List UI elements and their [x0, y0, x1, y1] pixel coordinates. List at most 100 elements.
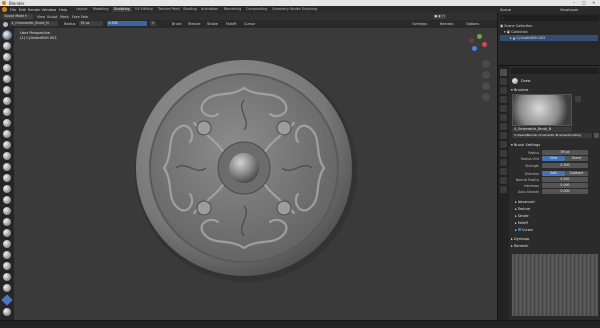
grab-tool-icon[interactable] [3, 196, 11, 204]
tab-compositing[interactable]: Compositing [244, 7, 269, 12]
scrape-tool-icon[interactable] [3, 163, 11, 171]
pinch-tool-icon[interactable] [3, 185, 11, 193]
minimize-icon[interactable]: – [573, 0, 575, 5]
layer-tool-icon[interactable] [3, 86, 11, 94]
scene-selector[interactable]: Scene [500, 8, 511, 12]
mode-selector[interactable]: Sculpt Mode ▾ [3, 14, 33, 20]
object-tab-icon[interactable] [500, 123, 507, 130]
falloff-subsection[interactable]: ▸ Falloff [515, 221, 528, 225]
hardness-field[interactable]: 0.000 [542, 183, 588, 188]
radius-unit-scene-button[interactable]: Scene [565, 156, 588, 161]
view-layer-selector[interactable]: ViewLayer [560, 8, 579, 12]
data-tab-icon[interactable] [500, 168, 507, 175]
popover-brush[interactable]: Brush [172, 22, 182, 26]
crease-tool-icon[interactable] [3, 119, 11, 127]
menu-file[interactable]: File [10, 8, 16, 12]
direction-subtract-button[interactable]: Subtract [565, 171, 588, 176]
popover-falloff[interactable]: Falloff [226, 22, 236, 26]
overlays-button[interactable]: Overlays [412, 22, 427, 26]
tab-texture-paint[interactable]: Texture Paint [156, 7, 182, 12]
slide-relax-tool-icon[interactable] [3, 273, 11, 281]
checkbox-icon[interactable] [517, 228, 521, 231]
blender-menu-icon[interactable] [2, 7, 7, 12]
popover-stroke[interactable]: Stroke [207, 22, 218, 26]
popover-texture[interactable]: Texture [188, 22, 200, 26]
draw-sharp-tool-icon[interactable] [3, 42, 11, 50]
menu-sculpt[interactable]: Sculpt [47, 15, 58, 19]
smooth-tool-icon[interactable] [3, 130, 11, 138]
render-tab-icon[interactable] [500, 78, 507, 85]
box-mask-tool-icon[interactable] [1, 294, 13, 306]
tab-rendering[interactable]: Rendering [222, 7, 243, 12]
pressure-toggle[interactable]: ✎ [150, 21, 156, 27]
folder-icon[interactable] [594, 133, 599, 138]
particles-tab-icon[interactable] [500, 141, 507, 148]
material-tab-icon[interactable] [500, 177, 507, 184]
tab-layout[interactable]: Layout [74, 7, 90, 12]
mask-tool-icon[interactable] [3, 284, 11, 292]
brush-menu-icon[interactable] [575, 96, 581, 102]
outliner-search-input[interactable]: ⌕ [500, 15, 599, 21]
menu-view[interactable]: View [37, 15, 45, 19]
clay-strips-tool-icon[interactable] [3, 64, 11, 72]
radius-field[interactable]: 39 px [542, 150, 588, 155]
brush-selector[interactable]: 4_Ornamentic_Brush_N [10, 21, 58, 27]
view-layer-tab-icon[interactable] [500, 96, 507, 103]
brush-name-field[interactable]: 4_Ornamentic_Brush_N [512, 127, 572, 132]
popover-cursor[interactable]: Cursor [244, 22, 255, 26]
stroke-subsection[interactable]: ▸ Stroke [515, 214, 529, 218]
menu-face-sets[interactable]: Face Sets [72, 15, 88, 19]
brush-path-field[interactable]: C:\Users\Blender Ornamentic Brushes\Scul… [512, 133, 592, 138]
tab-geometry-nodes[interactable]: Geometry Nodes [270, 7, 303, 12]
output-tab-icon[interactable] [500, 87, 507, 94]
draw-tool-icon[interactable] [3, 31, 11, 39]
snake-hook-tool-icon[interactable] [3, 218, 11, 226]
menu-render[interactable]: Render [28, 8, 41, 12]
menu-window[interactable]: Window [42, 8, 56, 12]
direction-add-button[interactable]: Add [542, 171, 565, 176]
tab-uv-editing[interactable]: UV Editing [133, 7, 155, 12]
tab-shading[interactable]: Shading [181, 7, 199, 12]
menu-edit[interactable]: Edit [19, 8, 26, 12]
elastic-deform-tool-icon[interactable] [3, 207, 11, 215]
tab-scripting[interactable]: Scripting [300, 7, 319, 12]
remesh-section-header[interactable]: ▸ Remesh [511, 244, 528, 248]
radius-field[interactable]: 39 px [79, 21, 103, 27]
brushes-section-header[interactable]: ▾ Brushes [511, 88, 528, 92]
multiplane-scrape-tool-icon[interactable] [3, 174, 11, 182]
constraints-tab-icon[interactable] [500, 159, 507, 166]
3d-viewport[interactable]: User Perspective (1) CylinderBVH.003 [14, 28, 497, 320]
brush-preview-thumbnail[interactable] [512, 94, 572, 126]
transform-tool-icon[interactable] [3, 308, 11, 316]
rotate-tool-icon[interactable] [3, 262, 11, 270]
remesh-button[interactable]: Remesh [440, 22, 454, 26]
texture-tab-icon[interactable] [500, 186, 507, 193]
outliner-row-object[interactable]: ▸ ▲ CylinderBVH.003 [500, 35, 598, 41]
radius-unit-view-button[interactable]: View [542, 156, 565, 161]
tool-tab-icon[interactable] [500, 69, 507, 76]
dyntopo-section-header[interactable]: ▸ Dyntopo [511, 237, 529, 241]
menu-mask[interactable]: Mask [60, 15, 69, 19]
strength-field[interactable]: 0.300 [542, 163, 588, 168]
maximize-icon[interactable]: □ [582, 0, 586, 5]
cursor-subsection[interactable]: ▸ Cursor [515, 228, 533, 232]
nudge-tool-icon[interactable] [3, 251, 11, 259]
scene-tab-icon[interactable] [500, 105, 507, 112]
options-button[interactable]: Options [466, 22, 479, 26]
auto-smooth-field[interactable]: 0.000 [542, 189, 588, 194]
brush-settings-section-header[interactable]: ▾ Brush Settings [511, 143, 540, 147]
flatten-tool-icon[interactable] [3, 141, 11, 149]
thumb-tool-icon[interactable] [3, 229, 11, 237]
tab-modeling[interactable]: Modeling [91, 7, 110, 12]
modifier-tab-icon[interactable] [500, 132, 507, 139]
fill-tool-icon[interactable] [3, 152, 11, 160]
properties-search-input[interactable] [511, 68, 599, 74]
normal-radius-field[interactable]: 0.500 [542, 177, 588, 182]
clay-tool-icon[interactable] [3, 53, 11, 61]
menu-help[interactable]: Help [59, 8, 67, 12]
pose-tool-icon[interactable] [3, 240, 11, 248]
world-tab-icon[interactable] [500, 114, 507, 121]
clay-thumb-tool-icon[interactable] [3, 75, 11, 83]
blob-tool-icon[interactable] [3, 108, 11, 116]
advanced-subsection[interactable]: ▸ Advanced [515, 200, 535, 204]
